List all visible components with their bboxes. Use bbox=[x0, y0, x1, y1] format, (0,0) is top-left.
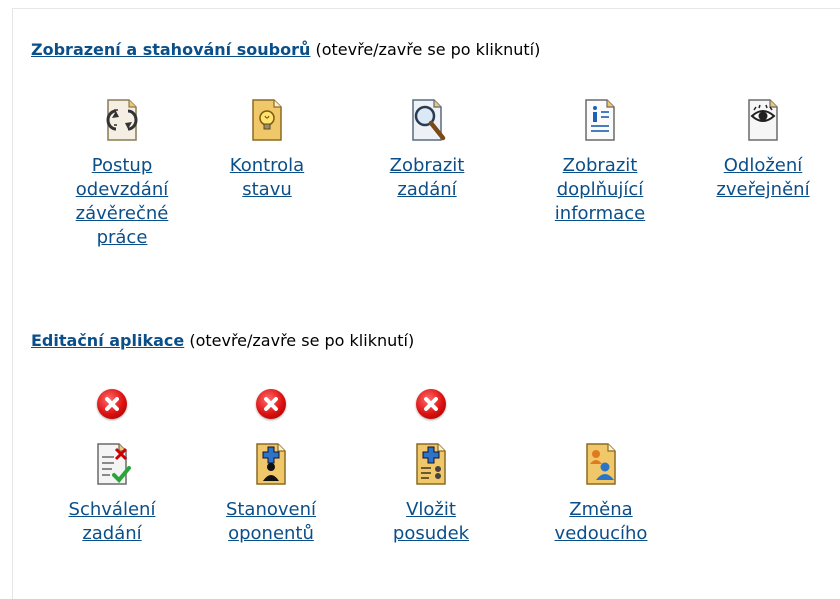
link-odlozeni-zverejneni[interactable]: Odložení zveřejnění bbox=[693, 98, 833, 202]
link-zobrazit-zadani[interactable]: Zobrazit zadání bbox=[357, 98, 497, 202]
item-label[interactable]: Stanovení oponentů bbox=[201, 498, 341, 546]
link-vlozit-posudek[interactable]: Vložit posudek bbox=[361, 442, 501, 546]
item-label[interactable]: Zobrazit zadání bbox=[357, 154, 497, 202]
section-hint: (otevře/zavře se po kliknutí) bbox=[315, 40, 541, 59]
error-icon bbox=[256, 389, 286, 419]
document-magnifier-icon bbox=[412, 99, 446, 141]
item-label[interactable]: Zobrazit doplňující informace bbox=[530, 154, 670, 226]
section-header-files: Zobrazení a stahování souborů (otevře/za… bbox=[31, 40, 540, 59]
item-label[interactable]: Kontrola stavu bbox=[197, 154, 337, 202]
document-lightbulb-icon bbox=[252, 99, 282, 141]
error-icon bbox=[97, 389, 127, 419]
section-hint: (otevře/zavře se po kliknutí) bbox=[189, 331, 415, 350]
document-review-add-icon bbox=[416, 443, 446, 485]
link-schvaleni-zadani[interactable]: Schválení zadání bbox=[42, 442, 182, 546]
document-cycle-icon bbox=[106, 99, 138, 141]
document-person-change-icon bbox=[586, 443, 616, 485]
section-header-edit: Editační aplikace (otevře/zavře se po kl… bbox=[31, 331, 414, 350]
item-label[interactable]: Postup odevzdání závěrečné práce bbox=[52, 154, 192, 250]
link-zobrazit-doplnujici-informace[interactable]: Zobrazit doplňující informace bbox=[530, 98, 670, 226]
item-label[interactable]: Změna vedoucího bbox=[531, 498, 671, 546]
link-stanoveni-oponentu[interactable]: Stanovení oponentů bbox=[201, 442, 341, 546]
document-info-icon bbox=[585, 99, 615, 141]
link-postup-odevzdani[interactable]: Postup odevzdání závěrečné práce bbox=[52, 98, 192, 250]
item-label[interactable]: Odložení zveřejnění bbox=[693, 154, 833, 202]
link-kontrola-stavu[interactable]: Kontrola stavu bbox=[197, 98, 337, 202]
section-toggle-files[interactable]: Zobrazení a stahování souborů bbox=[31, 40, 310, 59]
section-toggle-edit[interactable]: Editační aplikace bbox=[31, 331, 184, 350]
item-label[interactable]: Schválení zadání bbox=[42, 498, 182, 546]
link-zmena-vedouciho[interactable]: Změna vedoucího bbox=[531, 442, 671, 546]
document-person-add-icon bbox=[256, 443, 286, 485]
document-check-icon bbox=[97, 443, 131, 485]
error-icon bbox=[416, 389, 446, 419]
item-label[interactable]: Vložit posudek bbox=[361, 498, 501, 546]
document-eye-icon bbox=[748, 99, 778, 141]
